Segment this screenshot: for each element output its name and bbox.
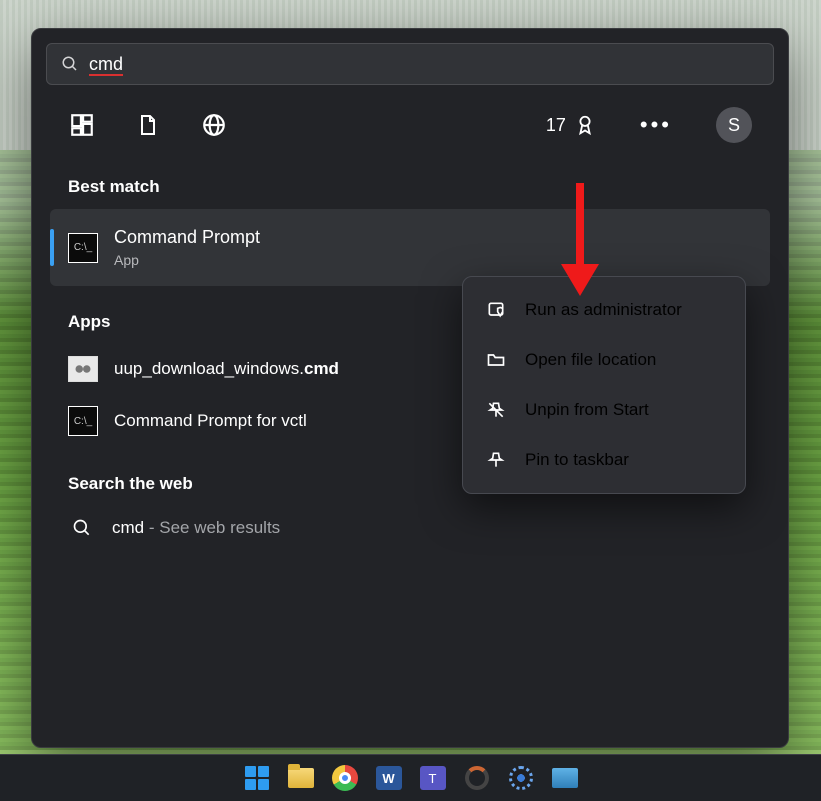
menu-pin-to-taskbar[interactable]: Pin to taskbar bbox=[463, 435, 745, 485]
windows-icon bbox=[245, 766, 269, 790]
avatar-letter: S bbox=[728, 115, 740, 136]
folder-icon bbox=[288, 768, 314, 788]
menu-label: Unpin from Start bbox=[525, 400, 649, 420]
shield-icon bbox=[485, 299, 507, 321]
folder-icon bbox=[485, 349, 507, 371]
menu-label: Pin to taskbar bbox=[525, 450, 629, 470]
taskbar-settings[interactable] bbox=[506, 763, 536, 793]
more-options-button[interactable]: ••• bbox=[634, 112, 678, 138]
result-label: cmd - See web results bbox=[112, 518, 280, 538]
filter-web-icon[interactable] bbox=[200, 111, 228, 139]
menu-unpin-from-start[interactable]: Unpin from Start bbox=[463, 385, 745, 435]
taskbar-chrome[interactable] bbox=[330, 763, 360, 793]
search-toolbar: 17 ••• S bbox=[32, 85, 788, 151]
cmd-file-icon bbox=[68, 356, 98, 382]
result-label: uup_download_windows.cmd bbox=[114, 359, 339, 379]
menu-label: Open file location bbox=[525, 350, 656, 370]
result-label: Command Prompt for vctl bbox=[114, 411, 307, 431]
annotation-arrow bbox=[555, 178, 605, 298]
ring-icon bbox=[465, 766, 489, 790]
result-subtitle: App bbox=[114, 252, 260, 268]
context-menu: Run as administrator Open file location … bbox=[462, 276, 746, 494]
section-best-match: Best match bbox=[68, 177, 788, 197]
start-button[interactable] bbox=[242, 763, 272, 793]
taskbar-app-generic[interactable] bbox=[550, 763, 580, 793]
taskbar-app-ring[interactable] bbox=[462, 763, 492, 793]
rewards-icon bbox=[574, 113, 596, 137]
result-web-search[interactable]: cmd - See web results bbox=[50, 506, 770, 550]
search-icon bbox=[68, 518, 96, 538]
teams-icon: T bbox=[420, 766, 446, 790]
result-command-prompt[interactable]: C:\_ Command Prompt App bbox=[50, 209, 770, 286]
taskbar-file-explorer[interactable] bbox=[286, 763, 316, 793]
search-bar[interactable]: cmd bbox=[46, 43, 774, 85]
pin-icon bbox=[485, 449, 507, 471]
taskbar-teams[interactable]: T bbox=[418, 763, 448, 793]
taskbar-word[interactable]: W bbox=[374, 763, 404, 793]
chrome-icon bbox=[332, 765, 358, 791]
taskbar: W T bbox=[0, 754, 821, 801]
word-icon: W bbox=[376, 766, 402, 790]
rewards-counter[interactable]: 17 bbox=[546, 113, 596, 137]
command-prompt-icon: C:\_ bbox=[68, 233, 98, 263]
command-prompt-icon: C:\_ bbox=[68, 406, 98, 436]
filter-documents-icon[interactable] bbox=[134, 111, 162, 139]
user-avatar[interactable]: S bbox=[716, 107, 752, 143]
menu-label: Run as administrator bbox=[525, 300, 682, 320]
rewards-count: 17 bbox=[546, 115, 566, 136]
unpin-icon bbox=[485, 399, 507, 421]
gear-icon bbox=[509, 766, 533, 790]
filter-apps-icon[interactable] bbox=[68, 111, 96, 139]
result-title: Command Prompt bbox=[114, 227, 260, 248]
app-icon bbox=[552, 768, 578, 788]
menu-open-file-location[interactable]: Open file location bbox=[463, 335, 745, 385]
